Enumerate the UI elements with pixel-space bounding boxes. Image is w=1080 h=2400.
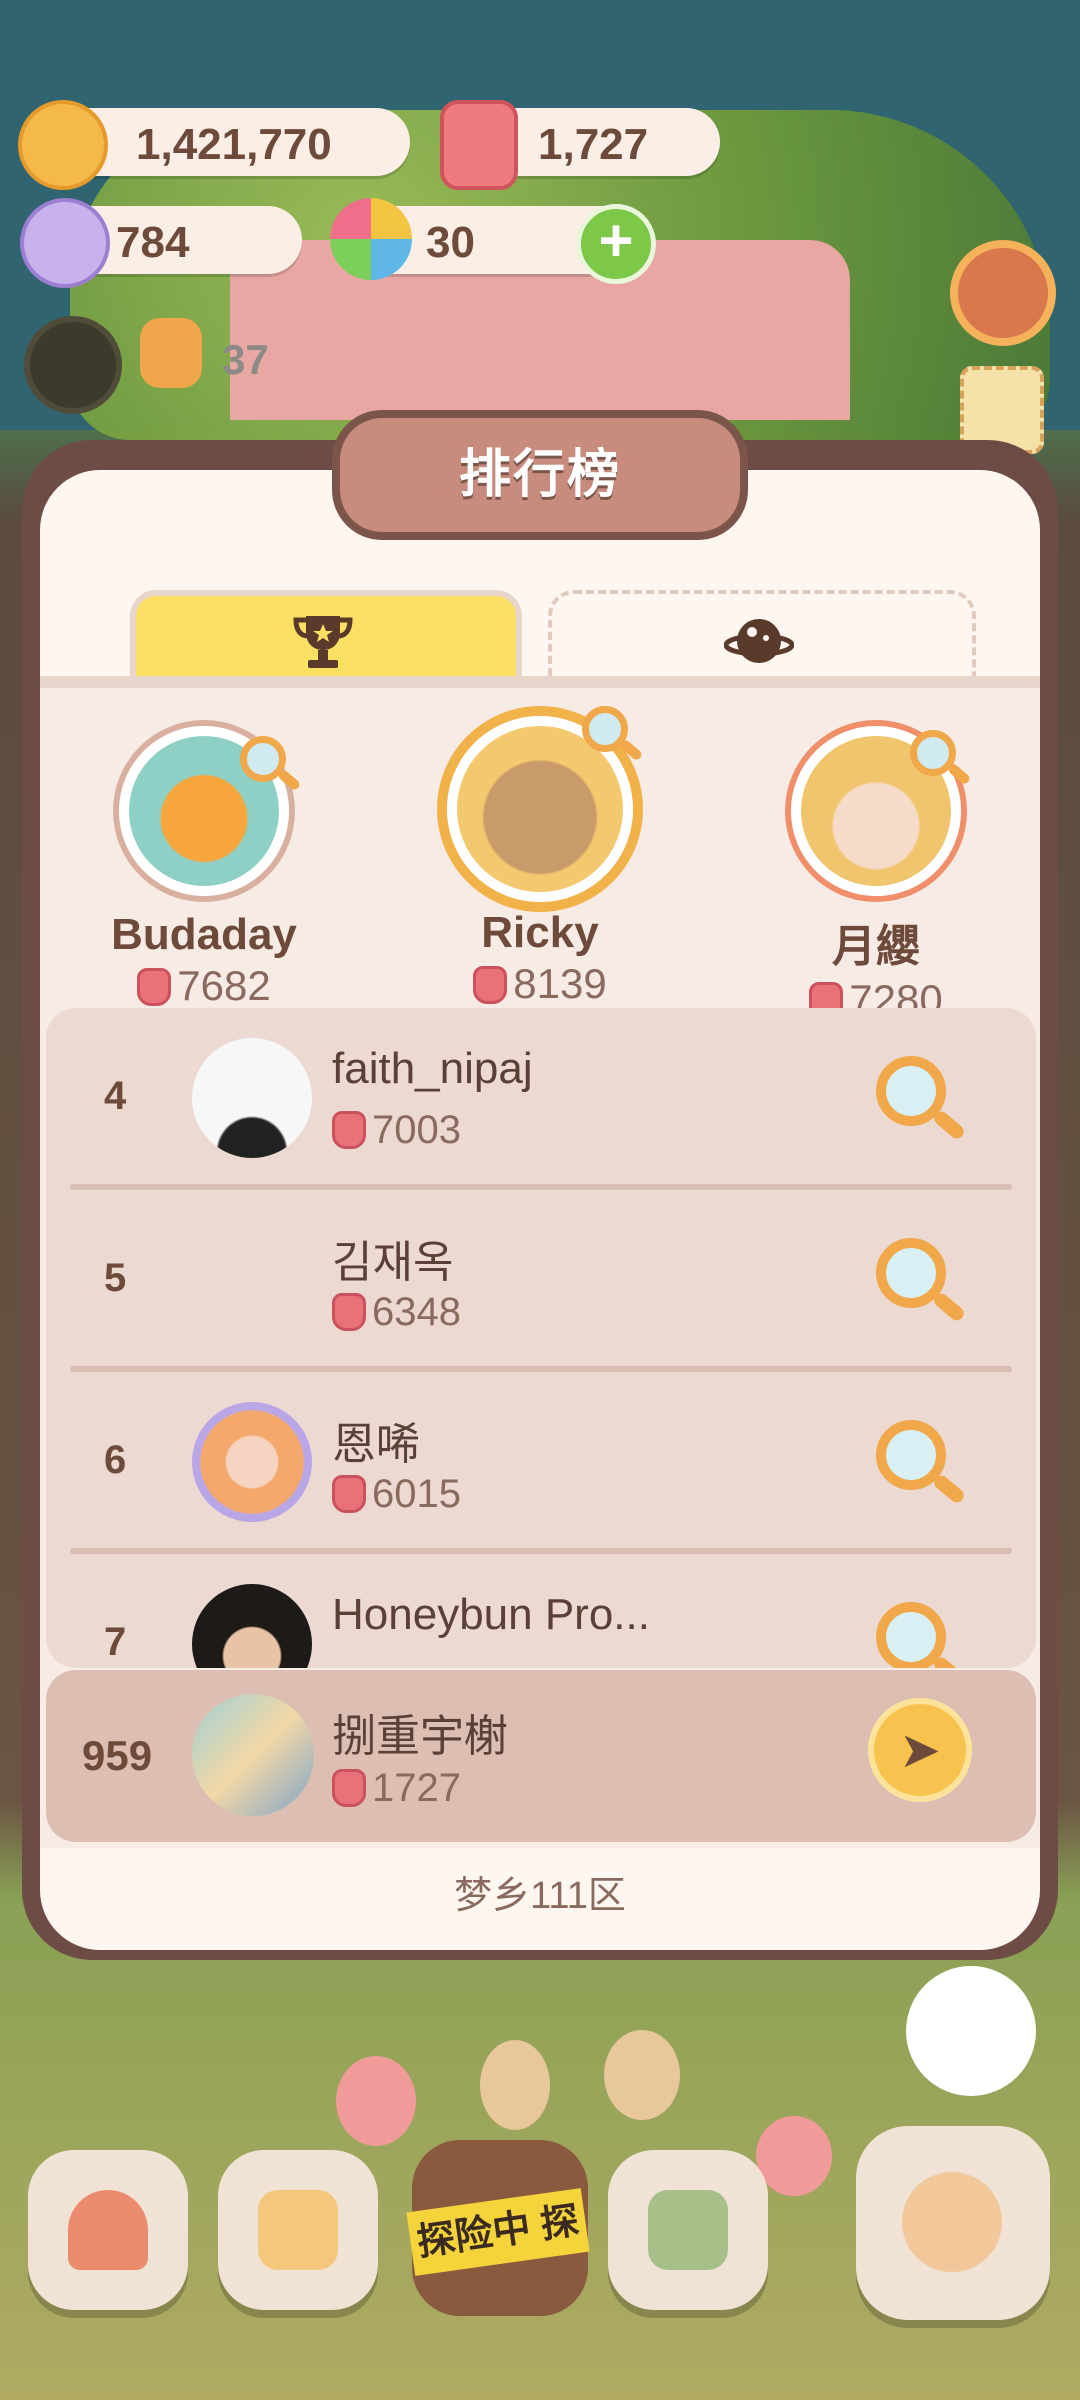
rank-number: 5 bbox=[104, 1256, 127, 1300]
player-name: faith_nipaj bbox=[332, 1044, 533, 1093]
player-name: 恩唏 bbox=[332, 1420, 420, 1469]
leaderboard-title-plate: 排行榜 bbox=[332, 410, 748, 540]
podium-rank-2[interactable]: Budaday 7682 bbox=[64, 726, 344, 1010]
character-sprite bbox=[604, 2030, 680, 2120]
character-sprite bbox=[336, 2056, 416, 2146]
send-button[interactable]: ➤ bbox=[868, 1698, 972, 1802]
rank-number: 7 bbox=[104, 1620, 127, 1664]
pinwheel-value: 30 bbox=[426, 218, 475, 267]
notebook-icon bbox=[258, 2190, 338, 2270]
my-name: 捌重宇榭 bbox=[332, 1712, 508, 1761]
list-item[interactable]: 6 恩唏 6015 bbox=[46, 1372, 1036, 1552]
view-profile-icon[interactable] bbox=[876, 1238, 946, 1308]
podium-score-value: 7682 bbox=[177, 962, 271, 1009]
view-profile-icon[interactable] bbox=[876, 1056, 946, 1126]
gem-icon bbox=[332, 1769, 366, 1807]
add-currency-button[interactable]: + bbox=[576, 204, 656, 284]
view-profile-icon[interactable] bbox=[876, 1420, 946, 1490]
gem-icon bbox=[137, 968, 172, 1006]
player-score-value: 7003 bbox=[372, 1108, 461, 1152]
crystal-candy-icon bbox=[20, 198, 110, 288]
leaderboard-title: 排行榜 bbox=[458, 446, 621, 504]
player-score: 7003 bbox=[332, 1108, 461, 1153]
podium-rank-1[interactable]: Ricky 8139 bbox=[400, 716, 680, 1008]
character-sprite bbox=[480, 2040, 550, 2130]
my-rank-number: 959 bbox=[82, 1732, 153, 1779]
my-rank-row[interactable]: 959 捌重宇榭 1727 ➤ bbox=[46, 1670, 1036, 1842]
podium-name: 月纓 bbox=[832, 922, 920, 971]
player-name: Honeybun Pro... bbox=[332, 1590, 650, 1639]
view-profile-icon[interactable] bbox=[876, 1602, 946, 1668]
server-label: 梦乡111区 bbox=[454, 1875, 626, 1917]
podium-score: 8139 bbox=[400, 960, 680, 1008]
player-name: 김재옥 bbox=[332, 1238, 454, 1287]
view-profile-icon[interactable] bbox=[240, 736, 286, 782]
player-score: 6015 bbox=[332, 1472, 461, 1517]
my-score: 1727 bbox=[332, 1766, 461, 1811]
tab-underline bbox=[40, 676, 1040, 688]
ranking-list[interactable]: 4 faith_nipaj 7003 5 김재옥 6348 6 恩唏 6015 … bbox=[46, 1008, 1036, 1668]
avatar bbox=[192, 1584, 312, 1668]
list-item[interactable]: 7 Honeybun Pro... bbox=[46, 1554, 1036, 1668]
list-item[interactable]: 4 faith_nipaj 7003 bbox=[46, 1008, 1036, 1188]
gem-icon bbox=[332, 1293, 366, 1331]
mushroom-house-button[interactable] bbox=[28, 2150, 188, 2310]
gem-icon bbox=[332, 1475, 366, 1513]
trophy-icon bbox=[293, 616, 353, 668]
gold-coin-icon bbox=[18, 100, 108, 190]
podium-name: Ricky bbox=[481, 908, 599, 957]
player-score-value: 6015 bbox=[372, 1472, 461, 1516]
tab-planet[interactable] bbox=[548, 590, 976, 684]
rank-number: 4 bbox=[104, 1074, 127, 1118]
planet-icon bbox=[724, 619, 794, 663]
shop-stall-button[interactable] bbox=[608, 2150, 768, 2310]
list-item[interactable]: 5 김재옥 6348 bbox=[46, 1190, 1036, 1370]
character-chat-bubble[interactable] bbox=[906, 1966, 1036, 2096]
podium-score-value: 8139 bbox=[513, 960, 607, 1007]
notebook-button[interactable] bbox=[218, 2150, 378, 2310]
my-score-value: 1727 bbox=[372, 1766, 461, 1810]
fish-clock-icon bbox=[902, 2172, 1002, 2272]
player-score-value: 6348 bbox=[372, 1290, 461, 1334]
player-score: 6348 bbox=[332, 1290, 461, 1335]
fish-alarm-button[interactable] bbox=[856, 2126, 1050, 2320]
level-value: 37 bbox=[222, 336, 269, 383]
pinwheel-icon bbox=[330, 198, 412, 280]
rank-number: 6 bbox=[104, 1438, 127, 1482]
mushroom-house-icon bbox=[68, 2190, 148, 2270]
crystal-value: 784 bbox=[116, 218, 190, 267]
podium-rank-3[interactable]: 月纓 7280 bbox=[736, 726, 1016, 1024]
tab-trophy[interactable] bbox=[130, 590, 522, 686]
my-avatar bbox=[192, 1694, 314, 1816]
shop-stall-icon bbox=[648, 2190, 728, 2270]
sun-badge-icon[interactable] bbox=[24, 316, 122, 414]
cookie-character-icon bbox=[140, 318, 202, 388]
avatar bbox=[192, 1038, 312, 1158]
character-sprite bbox=[756, 2116, 832, 2196]
gold-value: 1,421,770 bbox=[136, 120, 332, 169]
paper-plane-icon: ➤ bbox=[899, 1722, 941, 1778]
gem-icon bbox=[473, 966, 508, 1004]
view-profile-icon[interactable] bbox=[582, 706, 628, 752]
avatar bbox=[192, 1402, 312, 1522]
podium-name: Budaday bbox=[111, 910, 297, 959]
view-profile-icon[interactable] bbox=[910, 730, 956, 776]
podium-score: 7682 bbox=[64, 962, 344, 1010]
candy-gem-icon bbox=[440, 100, 518, 190]
candy-value: 1,727 bbox=[538, 120, 649, 169]
gem-icon bbox=[332, 1111, 366, 1149]
settings-gear-icon[interactable] bbox=[950, 240, 1056, 346]
